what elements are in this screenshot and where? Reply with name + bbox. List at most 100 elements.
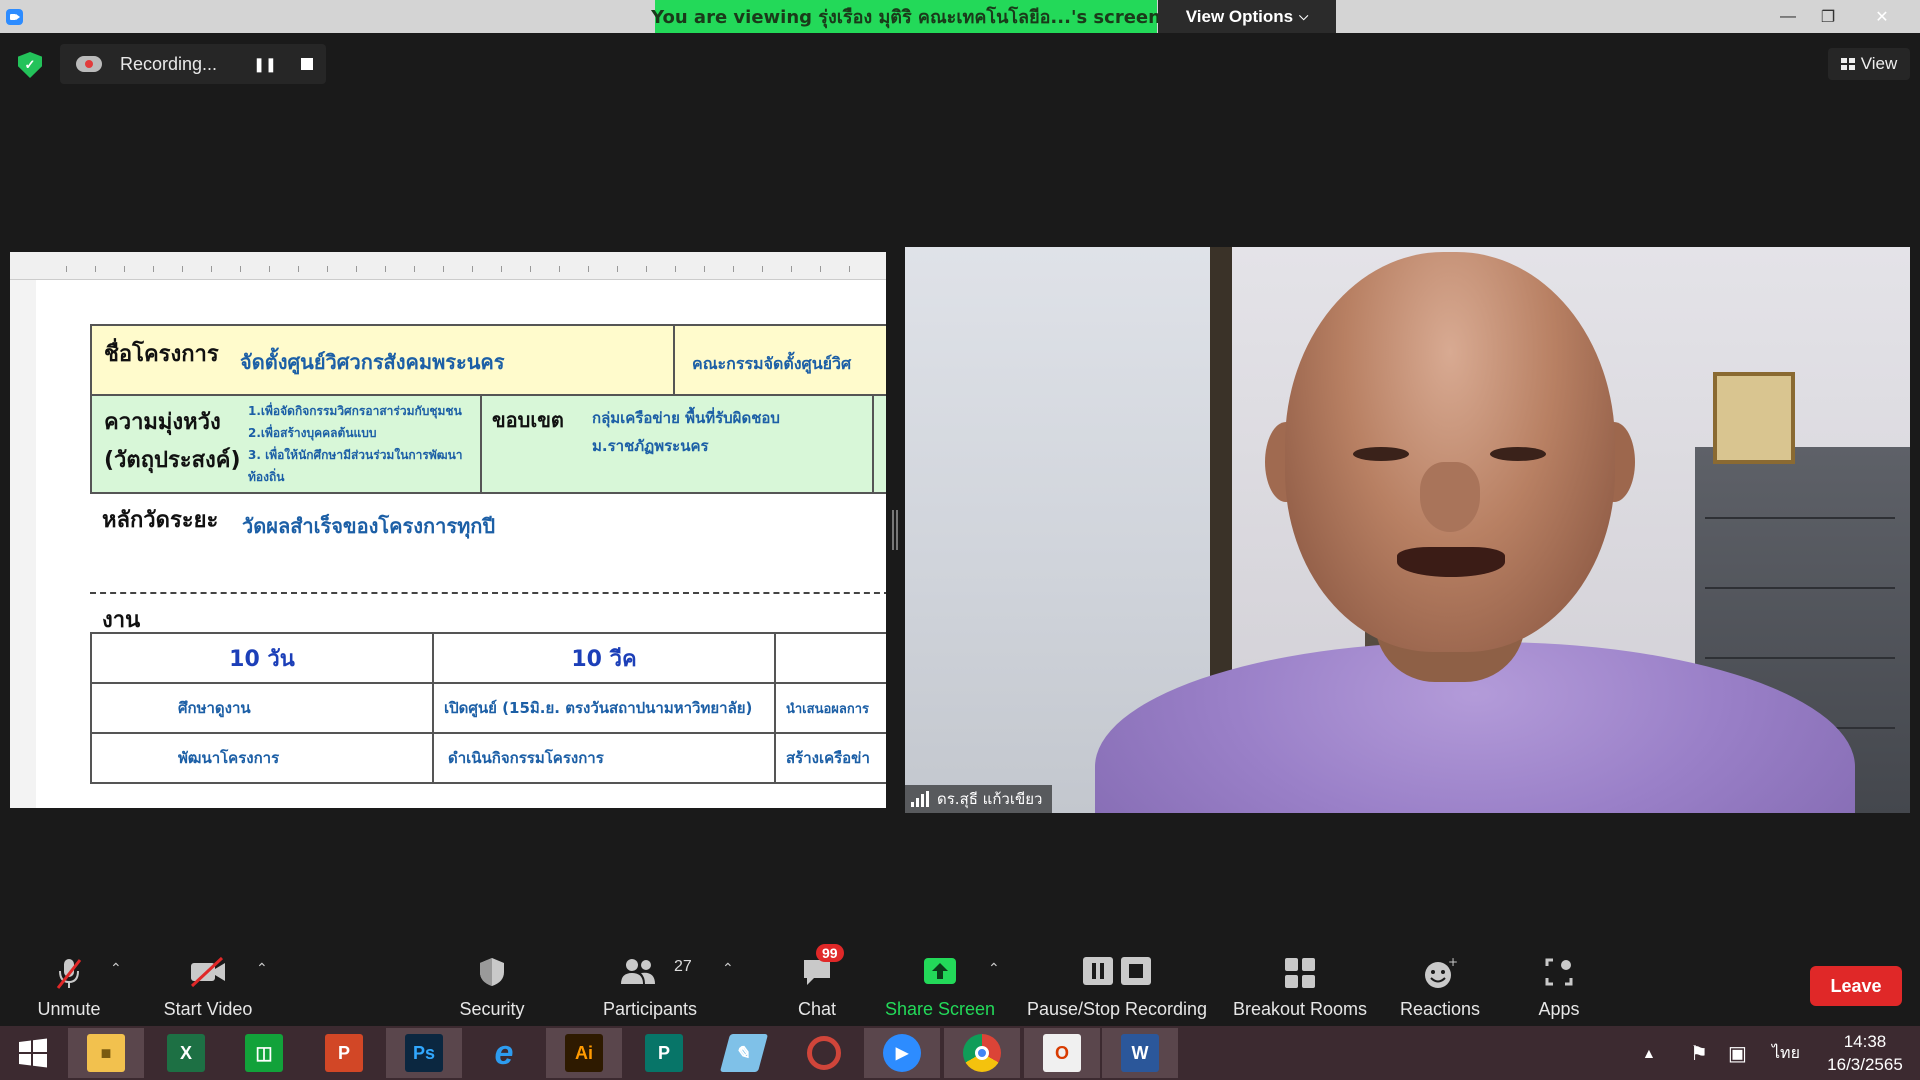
excel-icon: X	[167, 1034, 205, 1072]
encryption-shield-icon[interactable]: ✓	[18, 52, 42, 78]
reactions-button[interactable]: + Reactions	[1394, 946, 1486, 1026]
viewing-screen-banner: You are viewing รุ่งเรือง มุติริ คณะเทคโ…	[651, 0, 1161, 33]
share-screen-icon	[924, 958, 956, 984]
flag-alert-icon: ⚑	[1690, 1042, 1708, 1065]
minimize-icon: —	[1780, 7, 1796, 25]
taskbar-powerpoint[interactable]: P	[306, 1028, 382, 1078]
apps-button[interactable]: Apps	[1526, 946, 1592, 1026]
reactions-label: Reactions	[1399, 999, 1481, 1019]
zoom-camera-icon: ▶	[883, 1034, 921, 1072]
stop-icon	[301, 58, 313, 70]
language-indicator[interactable]: ไทย	[1772, 1026, 1800, 1080]
unmute-button[interactable]: Unmute	[28, 946, 110, 1026]
taskbar-notepad[interactable]: ✎	[706, 1028, 782, 1078]
windows-start-button[interactable]	[0, 1028, 66, 1078]
chat-button[interactable]: 99 Chat	[780, 944, 854, 1026]
windows-taskbar: ■ X ◫ P Ps e Ai P ✎ ▶ O W ▲ ⚑ ▣ ไทย 14:3…	[0, 1026, 1920, 1080]
taskbar-publisher[interactable]: P	[626, 1028, 702, 1078]
taskbar-chrome[interactable]	[944, 1028, 1020, 1078]
restore-icon: ❐	[1820, 8, 1836, 26]
objective-3-cont: ท้องถิ่น	[248, 470, 285, 484]
recording-indicator: Recording... ❚❚	[60, 44, 326, 84]
objectives-row: ความมุ่งหวัง (วัตถุประสงค์) 1.เพื่อจัดกิ…	[90, 396, 886, 494]
table-cell: ดำเนินกิจกรรมโครงการ	[432, 734, 774, 784]
taskbar-zoom[interactable]: ▶	[864, 1028, 940, 1078]
project-row: ชื่อโครงการ จัดตั้งศูนย์วิศวกรสังคมพระนค…	[90, 324, 886, 396]
taskbar-store[interactable]: ◫	[226, 1028, 302, 1078]
chevron-down-icon: ⌵	[1299, 9, 1309, 23]
network-icon: ▣	[1728, 1042, 1747, 1065]
taskbar-office[interactable]: O	[1024, 1028, 1100, 1078]
close-icon: ✕	[1875, 8, 1889, 26]
objective-label: (วัตถุประสงค์)	[104, 448, 241, 473]
close-window-button[interactable]: ✕	[1862, 0, 1902, 33]
show-hidden-icons-button[interactable]: ▲	[1642, 1026, 1656, 1080]
objective-3: 3. เพื่อให้นักศึกษามีส่วนร่วมในการพัฒนา	[248, 448, 463, 462]
clock-time: 14:38	[1843, 1032, 1887, 1051]
expectation-label: ความมุ่งหวัง	[104, 410, 221, 435]
taskbar-word[interactable]: W	[1102, 1028, 1178, 1078]
clock-date: 16/3/2565	[1827, 1055, 1903, 1074]
photoscape-icon	[807, 1036, 841, 1070]
start-video-button[interactable]: Start Video	[156, 946, 260, 1026]
shared-screen[interactable]: ชื่อโครงการ จัดตั้งศูนย์วิศวกรสังคมพระนค…	[10, 252, 886, 808]
participant-name-tag: ดร.สุธี แก้วเขียว	[905, 785, 1053, 813]
store-bag-icon: ◫	[245, 1034, 283, 1072]
kpi-label: หลักวัดระยะ	[102, 508, 219, 533]
recording-label: Recording...	[120, 53, 218, 74]
scope-value-1: กลุ่มเครือข่าย พื้นที่รับผิดชอบ	[592, 409, 780, 427]
meeting-toolbar: Unmute ⌃ Start Video ⌃ Security 27 Parti…	[0, 944, 1920, 1026]
kpi-value: วัดผลสำเร็จของโครงการทุกปี	[242, 514, 496, 538]
photoshop-icon: Ps	[405, 1034, 443, 1072]
zoom-meeting-window: You are viewing รุ่งเรือง มุติริ คณะเทคโ…	[0, 0, 1920, 1080]
project-label: ชื่อโครงการ	[104, 342, 219, 367]
table-header-10-weeks: 10 วีค	[432, 634, 774, 684]
table-cell: สร้างเครือข่า	[774, 734, 886, 784]
objective-1: 1.เพื่อจัดกิจกรรมวิศกรอาสาร่วมกับชุมชน	[248, 404, 462, 418]
document-gutter	[10, 280, 36, 808]
taskbar-file-explorer[interactable]: ■	[68, 1028, 144, 1078]
participant-video[interactable]: ดร.สุธี แก้วเขียว	[905, 247, 1910, 813]
word-icon: W	[1121, 1034, 1159, 1072]
security-button[interactable]: Security	[450, 946, 534, 1026]
pause-recording-button[interactable]: ❚❚	[252, 52, 278, 76]
publisher-icon: P	[645, 1034, 683, 1072]
document-ruler	[10, 252, 886, 280]
taskbar-internet-explorer[interactable]: e	[466, 1028, 542, 1078]
shield-icon	[480, 958, 504, 986]
taskbar-photoshop[interactable]: Ps	[386, 1028, 462, 1078]
view-label: View	[1860, 54, 1898, 73]
notepad-icon: ✎	[719, 1034, 769, 1072]
grid-view-icon	[1840, 58, 1855, 70]
restore-window-button[interactable]: ❐	[1808, 0, 1848, 33]
participants-count: 27	[674, 958, 692, 975]
share-options-caret[interactable]: ⌃	[988, 960, 1000, 977]
network-tray[interactable]: ▣	[1728, 1026, 1747, 1080]
security-label: Security	[459, 999, 525, 1019]
breakout-rooms-icon	[1285, 958, 1315, 988]
stop-recording-button[interactable]	[294, 52, 320, 76]
pause-stop-recording-button[interactable]: Pause/Stop Recording	[1024, 946, 1210, 1026]
minimize-window-button[interactable]: —	[1768, 0, 1808, 33]
participants-options-caret[interactable]: ⌃	[722, 960, 734, 977]
participants-button[interactable]: 27 Participants	[600, 946, 700, 1026]
audio-options-caret[interactable]: ⌃	[110, 960, 122, 977]
windows-logo-icon	[19, 1038, 47, 1068]
taskbar-excel[interactable]: X	[148, 1028, 224, 1078]
view-layout-button[interactable]: View	[1828, 48, 1910, 80]
panel-splitter-handle[interactable]	[892, 510, 898, 550]
breakout-rooms-button[interactable]: Breakout Rooms	[1230, 946, 1370, 1026]
apps-icon	[1545, 958, 1573, 986]
action-center-flag[interactable]: ⚑	[1690, 1026, 1708, 1080]
taskbar-photoscape[interactable]	[786, 1028, 862, 1078]
leave-meeting-button[interactable]: Leave	[1810, 966, 1902, 1006]
view-options-button[interactable]: View Options ⌵	[1158, 0, 1336, 33]
internet-explorer-icon: e	[494, 1033, 514, 1072]
dashed-divider	[90, 592, 886, 594]
taskbar-illustrator[interactable]: Ai	[546, 1028, 622, 1078]
video-options-caret[interactable]: ⌃	[256, 960, 268, 977]
share-screen-button[interactable]: Share Screen	[880, 946, 1000, 1026]
pause-icon: ❚❚	[253, 55, 277, 72]
taskbar-clock[interactable]: 14:38 16/3/2565	[1820, 1030, 1910, 1076]
zoom-logo-icon	[6, 9, 23, 25]
